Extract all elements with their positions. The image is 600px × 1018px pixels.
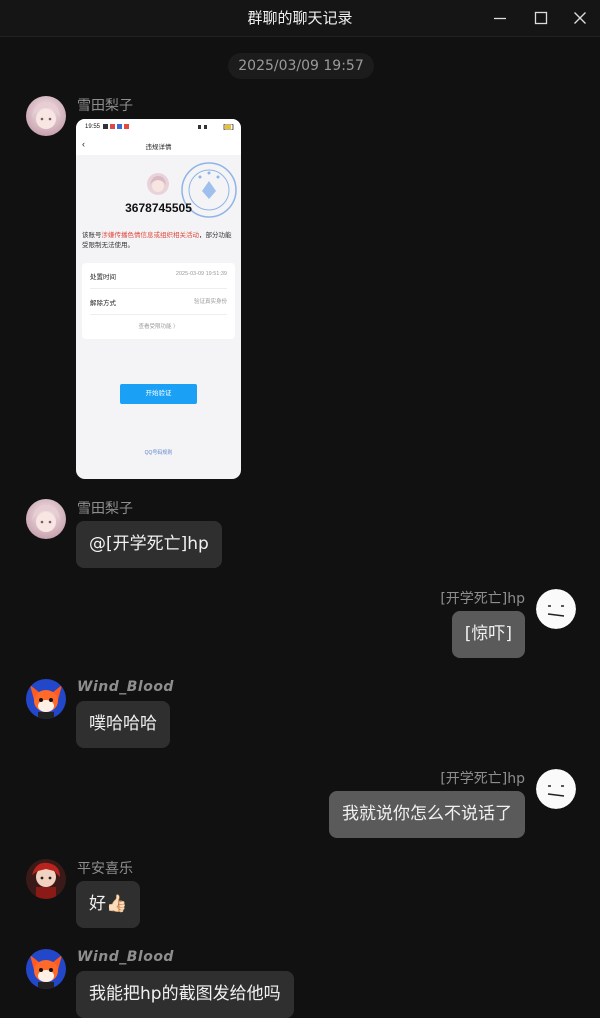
sender-name: Wind_Blood: [77, 949, 174, 965]
maximize-button[interactable]: [521, 0, 561, 36]
message-bubble[interactable]: @[开学死亡]hp: [76, 521, 222, 568]
close-icon: [574, 12, 586, 24]
violation-description: 该账号涉嫌传播色情信息或组织相关活动，部分功能受限制无法使用。: [82, 232, 232, 249]
sender-name: [开学死亡]hp: [440, 591, 525, 607]
avatar-fox-character-icon: [26, 949, 66, 989]
battery-icon: [198, 124, 234, 130]
avatar[interactable]: [26, 679, 66, 719]
restricted-functions-link: 查看受限功能 〉: [138, 324, 179, 330]
avatar-speechless-face-icon: [536, 769, 576, 809]
title-bar: 群聊的聊天记录: [0, 0, 600, 37]
message-bubble[interactable]: 我就说你怎么不说话了: [329, 791, 525, 838]
info-row: 解除方式 验证真实身份: [90, 289, 227, 315]
maximize-icon: [534, 11, 548, 25]
avatar-anime-girl-icon: [26, 499, 66, 539]
rules-link: QQ号码规则: [144, 450, 173, 456]
avatar[interactable]: [26, 96, 66, 136]
info-row: 处置时间 2025-03-09 19:51:39: [90, 263, 227, 289]
minimize-icon: [494, 17, 506, 20]
notification-icons: [103, 124, 129, 129]
avatar[interactable]: [26, 499, 66, 539]
avatar[interactable]: [536, 589, 576, 629]
sender-name: Wind_Blood: [77, 679, 174, 695]
account-number: 3678745505: [125, 201, 192, 215]
phone-page-title: 违规详情: [145, 144, 172, 151]
avatar-anime-girl-icon: [26, 96, 66, 136]
minimize-button[interactable]: [480, 0, 520, 36]
avatar[interactable]: [536, 769, 576, 809]
avatar-character-icon: [26, 859, 66, 899]
message-bubble[interactable]: [惊吓]: [451, 611, 525, 658]
image-message[interactable]: 19:55 ‹ 违规详情 3678745505 该账号涉嫌传播色情信息或组织相关…: [76, 119, 241, 479]
close-button[interactable]: [560, 0, 600, 36]
sender-name: [开学死亡]hp: [440, 771, 525, 787]
info-card: 处置时间 2025-03-09 19:51:39 解除方式 验证真实身份 查看受…: [82, 263, 235, 339]
phone-status-bar: 19:55: [76, 119, 241, 135]
avatar[interactable]: [26, 859, 66, 899]
start-verify-button: 开始验证: [120, 384, 197, 404]
sender-name: 平安喜乐: [77, 861, 133, 877]
avatar[interactable]: [26, 949, 66, 989]
avatar-fox-character-icon: [26, 679, 66, 719]
message-bubble[interactable]: 我能把hp的截图发给他吗: [76, 971, 294, 1018]
date-separator: 2025/03/09 19:57: [228, 53, 374, 79]
phone-nav-bar: ‹ 违规详情: [76, 135, 241, 155]
user-avatar-small: [147, 173, 169, 195]
message-bubble[interactable]: 好👍🏻: [76, 881, 141, 928]
sender-name: 雪田梨子: [77, 98, 133, 114]
sender-name: 雪田梨子: [77, 501, 133, 517]
message-bubble[interactable]: 噗哈哈哈: [76, 701, 170, 748]
avatar-speechless-face-icon: [536, 589, 576, 629]
status-time: 19:55: [85, 124, 101, 130]
